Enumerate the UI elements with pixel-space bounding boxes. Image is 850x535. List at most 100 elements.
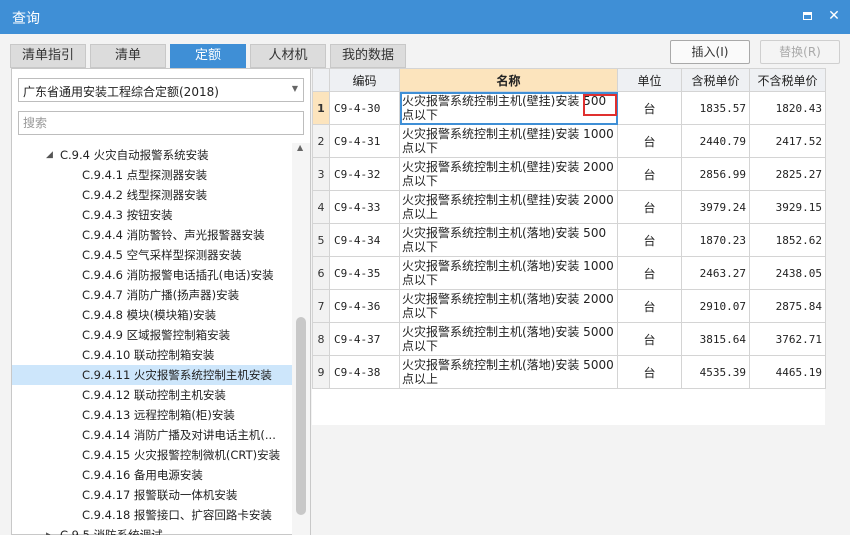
code-cell[interactable]: C9-4-35 <box>329 256 400 290</box>
table-row[interactable]: 1 C9-4-30 火灾报警系统控制主机(壁挂)安装 500点以下台 1835.57 1… <box>312 91 826 125</box>
code-cell[interactable]: C9-4-34 <box>329 223 400 257</box>
scrollbar-thumb[interactable] <box>296 317 306 515</box>
tree-item[interactable]: C.9.4.8 模块(模块箱)安装 <box>12 305 292 325</box>
price-tax-cell[interactable]: 3815.64 <box>681 322 750 356</box>
price-tax-cell[interactable]: 2440.79 <box>681 124 750 158</box>
tree-item[interactable]: C.9.4.4 消防警铃、声光报警器安装 <box>12 225 292 245</box>
name-cell[interactable]: 火灾报警系统控制主机(落地)安装 1000点以下 <box>399 256 618 290</box>
code-cell[interactable]: C9-4-30 <box>329 91 400 125</box>
price-tax-cell[interactable]: 3979.24 <box>681 190 750 224</box>
unit-cell[interactable]: 台 <box>617 289 682 323</box>
replace-button[interactable]: 替换(R) <box>760 40 840 64</box>
row-number[interactable]: 4 <box>312 190 330 224</box>
unit-cell[interactable]: 台 <box>617 157 682 191</box>
tab-bill-guide[interactable]: 清单指引 <box>10 44 86 68</box>
tree-item[interactable]: C.9.4.6 消防报警电话插孔(电话)安装 <box>12 265 292 285</box>
column-header-price-tax[interactable]: 含税单价 <box>681 68 750 92</box>
row-number[interactable]: 9 <box>312 355 330 389</box>
insert-button[interactable]: 插入(I) <box>670 40 750 64</box>
table-row[interactable]: 2 C9-4-31 火灾报警系统控制主机(壁挂)安装 1000点以下台 2440.79… <box>312 124 826 158</box>
tree-item[interactable]: C.9.4.1 点型探测器安装 <box>12 165 292 185</box>
close-button[interactable]: ✕ <box>826 8 842 24</box>
unit-cell[interactable]: 台 <box>617 190 682 224</box>
tab-my-data[interactable]: 我的数据 <box>330 44 406 68</box>
maximize-button[interactable] <box>800 8 816 24</box>
tree-item[interactable]: C.9.4.3 按钮安装 <box>12 205 292 225</box>
code-cell[interactable]: C9-4-32 <box>329 157 400 191</box>
price-notax-cell[interactable]: 4465.19 <box>749 355 826 389</box>
tree-scrollbar[interactable]: ▲ <box>292 143 310 535</box>
expand-icon[interactable]: ▸ <box>46 525 51 535</box>
column-header-code[interactable]: 编码 <box>329 68 400 92</box>
tree-item[interactable]: C.9.4.17 报警联动一体机安装 <box>12 485 292 505</box>
price-tax-cell[interactable]: 2463.27 <box>681 256 750 290</box>
tree-item[interactable]: C.9.4.7 消防广播(扬声器)安装 <box>12 285 292 305</box>
name-cell[interactable]: 火灾报警系统控制主机(壁挂)安装 2000点以上 <box>399 190 618 224</box>
column-header-unit[interactable]: 单位 <box>617 68 682 92</box>
row-number[interactable]: 2 <box>312 124 330 158</box>
row-number[interactable]: 3 <box>312 157 330 191</box>
row-number[interactable]: 1 <box>312 91 330 125</box>
name-cell[interactable]: 火灾报警系统控制主机(壁挂)安装 500点以下 <box>399 91 618 125</box>
row-number[interactable]: 6 <box>312 256 330 290</box>
code-cell[interactable]: C9-4-36 <box>329 289 400 323</box>
code-cell[interactable]: C9-4-37 <box>329 322 400 356</box>
price-tax-cell[interactable]: 2910.07 <box>681 289 750 323</box>
tree-item[interactable]: C.9.4.5 空气采样型探测器安装 <box>12 245 292 265</box>
column-header-price-notax[interactable]: 不含税单价 <box>749 68 826 92</box>
price-notax-cell[interactable]: 3762.71 <box>749 322 826 356</box>
code-cell[interactable]: C9-4-31 <box>329 124 400 158</box>
tab-quota[interactable]: 定额 <box>170 44 246 68</box>
table-row[interactable]: 3 C9-4-32 火灾报警系统控制主机(壁挂)安装 2000点以下台 2856.99… <box>312 157 826 191</box>
price-notax-cell[interactable]: 3929.15 <box>749 190 826 224</box>
name-cell[interactable]: 火灾报警系统控制主机(落地)安装 2000点以下 <box>399 289 618 323</box>
unit-cell[interactable]: 台 <box>617 355 682 389</box>
tree-item[interactable]: C.9.4.12 联动控制主机安装 <box>12 385 292 405</box>
tab-bill[interactable]: 清单 <box>90 44 166 68</box>
price-notax-cell[interactable]: 1820.43 <box>749 91 826 125</box>
table-row[interactable]: 7 C9-4-36 火灾报警系统控制主机(落地)安装 2000点以下台 2910.07… <box>312 289 826 323</box>
tab-labor-material-machine[interactable]: 人材机 <box>250 44 326 68</box>
tree-item[interactable]: ◢ C.9.4 火灾自动报警系统安装 <box>12 145 292 165</box>
collapse-icon[interactable]: ◢ <box>46 145 53 165</box>
table-row[interactable]: 5 C9-4-34 火灾报警系统控制主机(落地)安装 500点以下台 1870.23 1… <box>312 223 826 257</box>
name-cell[interactable]: 火灾报警系统控制主机(落地)安装 5000点以上 <box>399 355 618 389</box>
table-row[interactable]: 8 C9-4-37 火灾报警系统控制主机(落地)安装 5000点以下台 3815.64… <box>312 322 826 356</box>
name-cell[interactable]: 火灾报警系统控制主机(壁挂)安装 2000点以下 <box>399 157 618 191</box>
search-input[interactable] <box>18 111 304 135</box>
code-cell[interactable]: C9-4-33 <box>329 190 400 224</box>
row-number[interactable]: 8 <box>312 322 330 356</box>
name-cell[interactable]: 火灾报警系统控制主机(壁挂)安装 1000点以下 <box>399 124 618 158</box>
column-header-name[interactable]: 名称 <box>399 68 618 92</box>
price-tax-cell[interactable]: 2856.99 <box>681 157 750 191</box>
price-tax-cell[interactable]: 1870.23 <box>681 223 750 257</box>
tree-item[interactable]: C.9.4.18 报警接口、扩容回路卡安装 <box>12 505 292 525</box>
tree-item[interactable]: C.9.4.2 线型探测器安装 <box>12 185 292 205</box>
tree-item[interactable]: C.9.4.10 联动控制箱安装 <box>12 345 292 365</box>
table-row[interactable]: 6 C9-4-35 火灾报警系统控制主机(落地)安装 1000点以下台 2463.27… <box>312 256 826 290</box>
table-row[interactable]: 4 C9-4-33 火灾报警系统控制主机(壁挂)安装 2000点以上台 3979.24… <box>312 190 826 224</box>
price-notax-cell[interactable]: 1852.62 <box>749 223 826 257</box>
library-select[interactable]: 广东省通用安装工程综合定额(2018) ▼ <box>18 78 304 102</box>
tree-item[interactable]: C.9.4.13 远程控制箱(柜)安装 <box>12 405 292 425</box>
tree-item[interactable]: C.9.4.11 火灾报警系统控制主机安装 <box>12 365 292 385</box>
code-cell[interactable]: C9-4-38 <box>329 355 400 389</box>
price-notax-cell[interactable]: 2825.27 <box>749 157 826 191</box>
price-notax-cell[interactable]: 2875.84 <box>749 289 826 323</box>
name-cell[interactable]: 火灾报警系统控制主机(落地)安装 500点以下 <box>399 223 618 257</box>
tree-item[interactable]: C.9.4.9 区域报警控制箱安装 <box>12 325 292 345</box>
row-number[interactable]: 7 <box>312 289 330 323</box>
price-tax-cell[interactable]: 1835.57 <box>681 91 750 125</box>
name-cell[interactable]: 火灾报警系统控制主机(落地)安装 5000点以下 <box>399 322 618 356</box>
unit-cell[interactable]: 台 <box>617 223 682 257</box>
row-number[interactable]: 5 <box>312 223 330 257</box>
tree-item[interactable]: ▸ C.9.5 消防系统调试 <box>12 525 292 535</box>
tree-item[interactable]: C.9.4.15 火灾报警控制微机(CRT)安装 <box>12 445 292 465</box>
price-notax-cell[interactable]: 2438.05 <box>749 256 826 290</box>
unit-cell[interactable]: 台 <box>617 124 682 158</box>
unit-cell[interactable]: 台 <box>617 91 682 125</box>
price-notax-cell[interactable]: 2417.52 <box>749 124 826 158</box>
table-row[interactable]: 9 C9-4-38 火灾报警系统控制主机(落地)安装 5000点以上台 4535.39… <box>312 355 826 389</box>
scroll-up-icon[interactable]: ▲ <box>297 143 303 152</box>
price-tax-cell[interactable]: 4535.39 <box>681 355 750 389</box>
